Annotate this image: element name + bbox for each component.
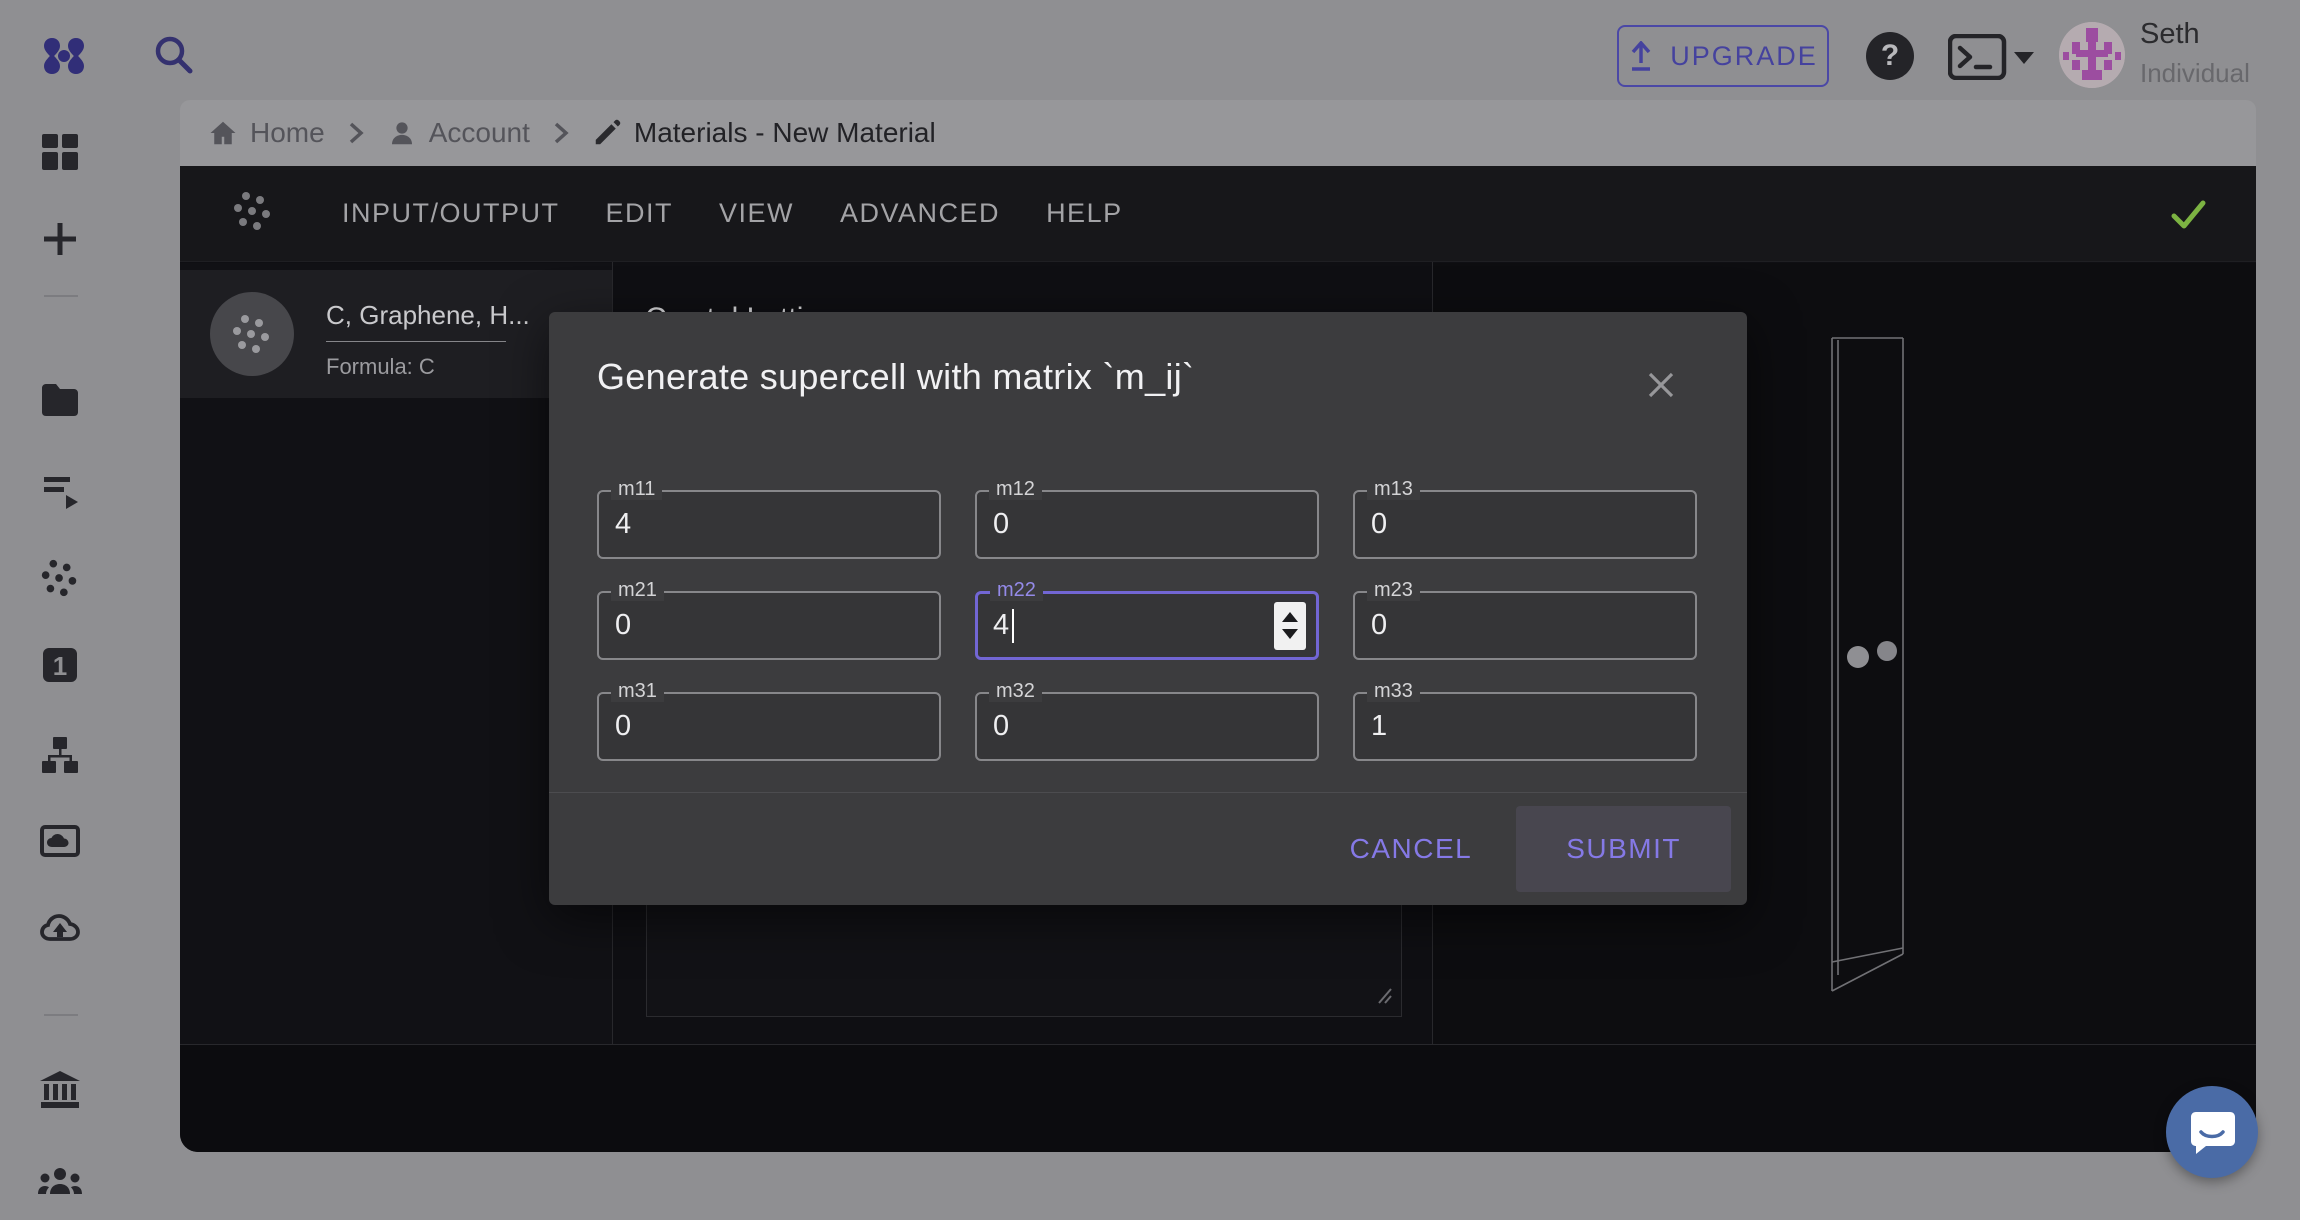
m22-input[interactable]: m22 4	[975, 579, 1319, 660]
mat3ra-logo-icon[interactable]	[40, 32, 88, 80]
unit-cell-wireframe	[1831, 337, 1904, 992]
sidebar-item-workflows[interactable]	[38, 733, 82, 777]
m13-input[interactable]: m13 0	[1353, 478, 1697, 559]
number-stepper[interactable]	[1274, 601, 1306, 650]
console-dropdown-button[interactable]	[1947, 33, 2038, 81]
person-icon	[391, 122, 412, 145]
stepper-down-icon[interactable]	[1282, 629, 1298, 639]
m11-input[interactable]: m11 4	[597, 478, 941, 559]
sidebar-item-team[interactable]	[38, 1160, 82, 1204]
material-formula: Formula: C	[326, 354, 435, 379]
atoms-cluster-icon	[230, 188, 276, 239]
sidebar-item-counter-badge[interactable]: 1	[38, 643, 82, 687]
atom-sphere[interactable]	[1847, 646, 1869, 668]
sidebar-item-images[interactable]	[38, 819, 82, 863]
upload-arrow-icon	[1631, 41, 1651, 71]
generate-supercell-dialog: Generate supercell with matrix `m_ij` m1…	[549, 312, 1747, 905]
pencil-icon	[595, 119, 621, 145]
submit-button[interactable]: SUBMIT	[1516, 806, 1731, 892]
dialog-title: Generate supercell with matrix `m_ij`	[597, 356, 1195, 397]
user-avatar[interactable]	[2059, 22, 2125, 88]
menu-input-output[interactable]: INPUT/OUTPUT	[342, 198, 560, 229]
help-button[interactable]: ?	[1866, 32, 1914, 80]
editor-menubar: INPUT/OUTPUT EDIT VIEW ADVANCED HELP	[180, 166, 2256, 262]
m31-input[interactable]: m31 0	[597, 680, 941, 761]
m12-input[interactable]: m12 0	[975, 478, 1319, 559]
m32-input[interactable]: m32 0	[975, 680, 1319, 761]
matrix-fields-grid: m11 4 m12 0 m13 0 m21 0 m22 4 m23 0 m31 …	[597, 478, 1697, 761]
sidebar-item-dashboard[interactable]	[38, 130, 82, 174]
menu-help[interactable]: HELP	[1046, 198, 1123, 229]
sidebar-item-create-new[interactable]	[38, 217, 82, 261]
breadcrumb-home[interactable]: Home	[208, 117, 325, 149]
question-mark-icon: ?	[1880, 39, 1900, 72]
breadcrumb-account[interactable]: Account	[387, 117, 530, 149]
menu-view[interactable]: VIEW	[719, 198, 794, 229]
search-icon[interactable]	[150, 32, 198, 80]
close-icon[interactable]	[1644, 368, 1678, 402]
home-icon	[210, 121, 236, 145]
atom-sphere[interactable]	[1877, 641, 1897, 661]
text-cursor	[1012, 608, 1015, 643]
m33-input[interactable]: m33 1	[1353, 680, 1697, 761]
modal-footer: CANCEL SUBMIT	[549, 793, 1747, 905]
menu-edit[interactable]: EDIT	[606, 198, 674, 229]
m21-input[interactable]: m21 0	[597, 579, 941, 660]
user-plan: Individual	[2140, 58, 2250, 88]
sidebar-item-jobs[interactable]	[38, 469, 82, 513]
chat-bubble-icon	[2191, 1112, 2235, 1154]
upgrade-button[interactable]: UPGRADE	[1617, 25, 1829, 87]
editor-footer	[180, 1045, 2256, 1152]
sidebar-item-cloud-upload[interactable]	[38, 907, 82, 951]
material-thumbnail	[210, 292, 294, 376]
resize-handle-icon[interactable]	[1373, 985, 1393, 1010]
material-name-field[interactable]: C, Graphene, H...	[326, 300, 530, 342]
m23-input[interactable]: m23 0	[1353, 579, 1697, 660]
chevron-right-icon	[552, 120, 570, 146]
sidebar-divider	[44, 295, 78, 297]
upgrade-label: UPGRADE	[1670, 40, 1818, 71]
material-list-item[interactable]: C, Graphene, H... Formula: C	[180, 270, 612, 398]
cancel-button[interactable]: CANCEL	[1316, 809, 1507, 889]
materials-list-panel: C, Graphene, H... Formula: C	[180, 263, 612, 1044]
app-root: UPGRADE ? Seth Individual Home Account M…	[0, 0, 2300, 1220]
user-name: Seth	[2140, 18, 2200, 50]
breadcrumb-current-page: Materials - New Material	[592, 117, 936, 149]
breadcrumb: Home Account Materials - New Material	[180, 100, 2256, 166]
sidebar-item-materials[interactable]	[38, 556, 82, 600]
sidebar-divider	[44, 1014, 78, 1016]
sidebar-item-organization[interactable]	[38, 1068, 82, 1112]
save-check-icon[interactable]	[2166, 192, 2210, 241]
stepper-up-icon[interactable]	[1282, 612, 1298, 622]
svg-text:1: 1	[53, 651, 67, 681]
menu-advanced[interactable]: ADVANCED	[840, 198, 1000, 229]
chat-launcher-button[interactable]	[2166, 1086, 2258, 1178]
sidebar-item-projects[interactable]	[38, 378, 82, 422]
chevron-right-icon	[347, 120, 365, 146]
